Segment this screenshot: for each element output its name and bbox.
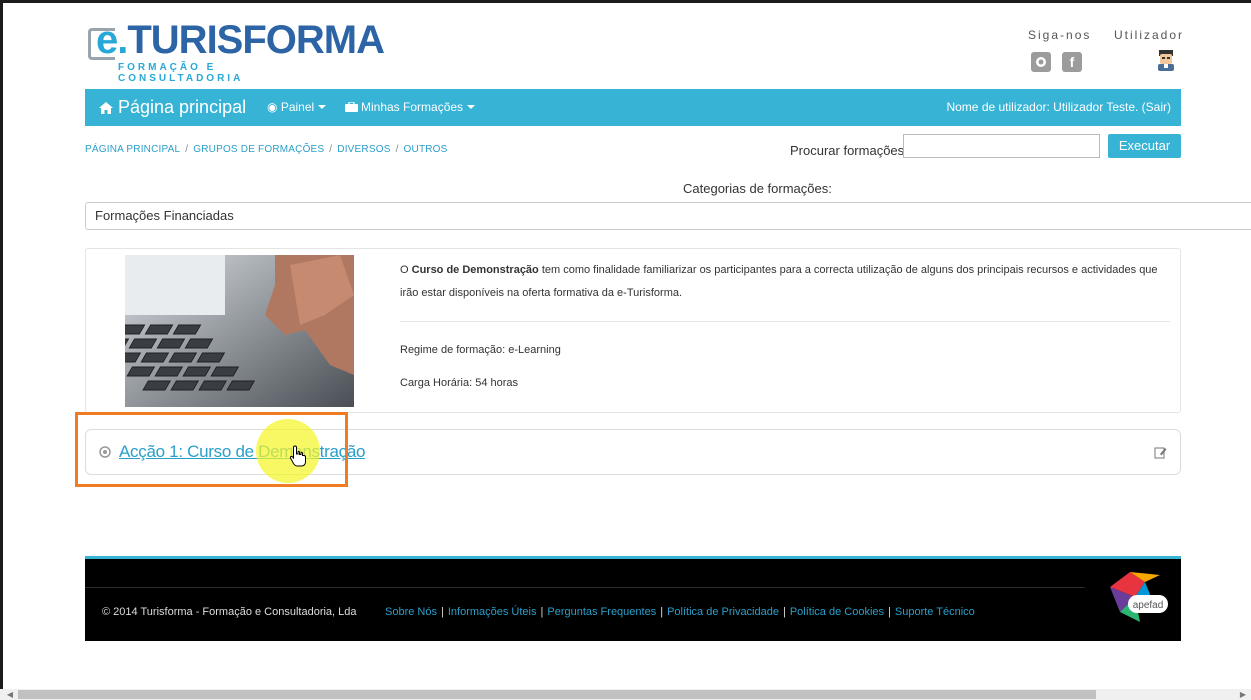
nav-home-label: Página principal [118,97,247,117]
edit-icon[interactable] [1154,446,1167,459]
course-card: O Curso de Demonstração tem como finalid… [85,248,1181,413]
breadcrumb-item-grupos[interactable]: GRUPOS DE FORMAÇÕES [193,144,324,155]
logo-subtitle: FORMAÇÃO E CONSULTADORIA [118,62,244,84]
scroll-left-icon[interactable]: ◀ [4,689,16,700]
course-description: O Curso de Demonstração tem como finalid… [400,259,1170,305]
apefad-text: apefad [1133,600,1164,611]
facebook-icon[interactable]: f [1062,52,1082,72]
footer-link-cookies[interactable]: Política de Cookies [790,606,884,618]
chevron-down-icon [467,105,476,109]
window-frame-left [0,0,3,700]
course-title: Curso de Demonstração [411,264,539,276]
breadcrumb-item-diversos[interactable]: DIVERSOS [337,144,390,155]
home-icon [99,102,113,114]
divider [400,321,1170,322]
footer-link-suporte[interactable]: Suporte Técnico [895,606,975,618]
search-label: Procurar formações: [790,143,908,158]
footer-links: Sobre Nós | Informações Úteis | Perguntas Fr… [385,606,975,618]
footer-link-perguntas[interactable]: Perguntas Frequentes [547,606,656,618]
breadcrumb-item-home[interactable]: PÁGINA PRINCIPAL [85,144,180,155]
dashboard-icon: ◉ [267,100,278,114]
breadcrumb: PÁGINA PRINCIPAL / GRUPOS DE FORMAÇÕES / DIV… [85,144,448,155]
categories-select[interactable]: Formações Financiadas [85,202,1251,230]
search-input[interactable] [903,134,1100,158]
course-regime: Regime de formação: e-Learning [400,344,561,356]
hand-cursor-icon [289,445,306,467]
scrollbar-thumb[interactable] [18,690,1096,699]
footer: © 2014 Turisforma - Formação e Consultad… [85,559,1181,641]
categories-label: Categorias de formações: [683,181,832,196]
course-hours: Carga Horária: 54 horas [400,377,519,389]
logo-text: TURISFORMA [127,18,385,62]
social-label: Siga-nos [1028,28,1092,42]
nav-painel-label: Painel [280,100,315,114]
user-status-link[interactable]: Nome de utilizador: Utilizador Teste. (S… [946,89,1171,126]
footer-link-privacidade[interactable]: Política de Privacidade [667,606,779,618]
user-avatar-icon[interactable] [1157,49,1175,71]
footer-link-sobre[interactable]: Sobre Nós [385,606,437,618]
nav-painel-dropdown[interactable]: ◉ Painel [267,89,327,126]
nav-formacoes-label: Minhas Formações [361,100,464,114]
footer-link-informacoes[interactable]: Informações Úteis [448,606,537,618]
main-navbar: Página principal ◉ Painel Minhas Formaçõ… [85,89,1181,126]
site-logo[interactable]: e.TURISFORMA FORMAÇÃO E CONSULTADORIA [88,18,385,84]
horizontal-scrollbar[interactable]: ◀ ▶ [0,689,1251,700]
course-desc-prefix: O [400,264,412,276]
window-frame-top [0,0,1251,3]
chevron-down-icon [318,105,327,109]
moodle-icon[interactable] [1031,52,1051,72]
search-button[interactable]: Executar [1108,134,1181,158]
user-label: Utilizador [1114,28,1185,42]
footer-copyright: © 2014 Turisforma - Formação e Consultad… [102,606,357,618]
briefcase-icon [345,101,358,112]
logo-wordmark: e.TURISFORMA [96,18,385,62]
nav-home-link[interactable]: Página principal [99,89,246,126]
breadcrumb-item-outros[interactable]: OUTROS [404,144,448,155]
apefad-logo[interactable]: apefad [1100,567,1170,629]
scroll-right-icon[interactable]: ▶ [1237,689,1249,700]
footer-divider [85,587,1085,588]
course-image [125,255,354,407]
nav-formacoes-dropdown[interactable]: Minhas Formações [345,89,476,126]
click-indicator [256,419,320,483]
